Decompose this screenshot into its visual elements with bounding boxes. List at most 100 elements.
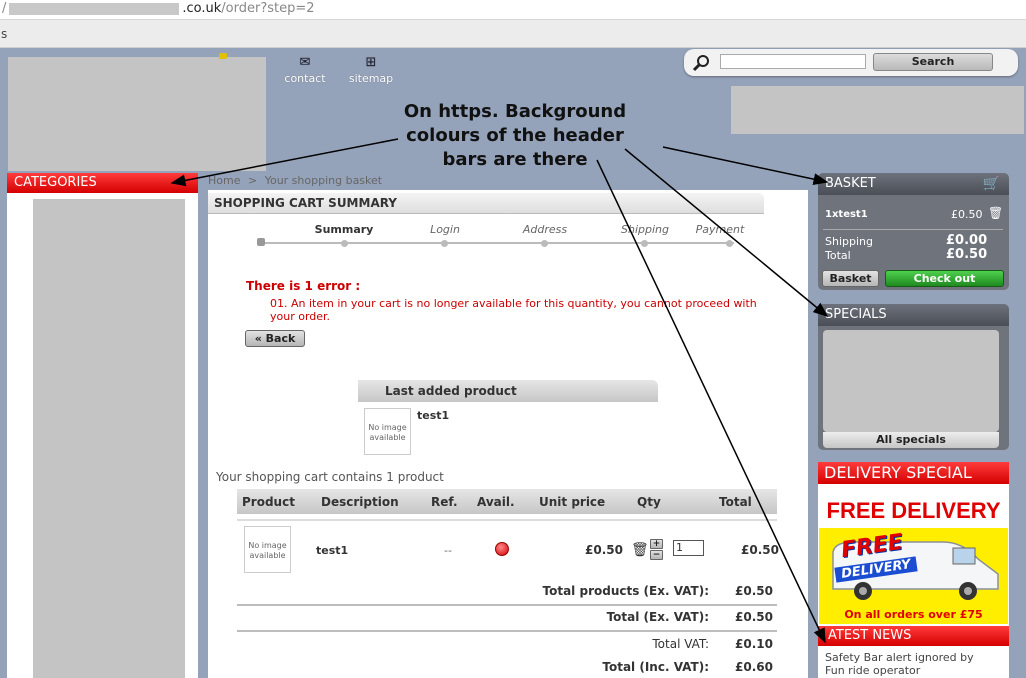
delivery-special-box: DELIVERY SPECIAL FREE DELIVERY FREE DELI… — [818, 462, 1009, 626]
step-login: Login — [430, 223, 460, 236]
back-button[interactable]: « Back — [245, 330, 305, 347]
checkout-button[interactable]: Check out — [885, 270, 1004, 287]
lock-icon — [257, 238, 265, 246]
step-payment: Payment — [695, 223, 745, 236]
availability-status-icon — [495, 542, 509, 556]
qty-increase-button[interactable]: + — [650, 539, 663, 549]
cart-icon: 🛒 — [982, 176, 1000, 192]
url-prefix: / — [2, 1, 7, 16]
basket-button[interactable]: Basket — [822, 270, 879, 287]
breadcrumb-separator: > — [247, 174, 258, 187]
no-image-text-2: available — [369, 433, 406, 442]
left-sidebar: CATEGORIES — [7, 173, 198, 678]
no-image-text-1: No image — [248, 541, 287, 550]
basket-box: BASKET 🛒 1xtest1 £0.50 🗑 Shipping £0.00 … — [818, 173, 1009, 290]
nav-sitemap-label: sitemap — [348, 72, 394, 85]
envelope-icon: ✉ — [299, 55, 311, 70]
qty-input[interactable]: 1 — [673, 540, 704, 556]
search-icon — [692, 54, 712, 72]
step-summary: Summary — [314, 223, 374, 236]
product-description[interactable]: test1 — [316, 544, 348, 557]
logo-redacted — [8, 57, 266, 171]
total-ex-vat-value: £0.50 — [735, 610, 773, 624]
basket-header: BASKET 🛒 — [818, 173, 1009, 195]
annotation-line-2: colours of the header — [406, 125, 624, 146]
total-products-label: Total products (Ex. VAT): — [542, 584, 709, 598]
divider — [823, 229, 1003, 230]
no-image-text-2: available — [249, 551, 286, 560]
last-added-image[interactable]: No image available — [364, 408, 411, 455]
divider — [237, 630, 777, 632]
news-item-line-2: Fun ride operator — [825, 664, 921, 677]
latest-news-box: ATEST NEWS Safety Bar alert ignored by F… — [818, 626, 1009, 678]
step-dot — [441, 240, 448, 247]
nav-sitemap[interactable]: ⊞ sitemap — [344, 55, 398, 85]
col-avail: Avail. — [477, 495, 515, 509]
address-bar[interactable]: / .co.uk/order?step=2 — [0, 0, 1026, 20]
news-item-line-1: Safety Bar alert ignored by — [825, 651, 974, 664]
categories-redacted — [33, 199, 185, 678]
basket-item-price: £0.50 — [951, 208, 983, 221]
col-qty: Qty — [637, 495, 661, 509]
banner-redacted — [731, 86, 1024, 134]
basket-shipping-label: Shipping — [825, 235, 873, 248]
total-vat-value: £0.10 — [735, 637, 773, 651]
url-path: /order?step=2 — [221, 1, 315, 16]
step-dot — [641, 240, 648, 247]
latest-news-header: ATEST NEWS — [818, 626, 1009, 646]
basket-title: BASKET — [825, 176, 876, 191]
error-message: 01. An item in your cart is no longer av… — [270, 297, 790, 323]
trash-icon[interactable]: 🗑 — [988, 206, 1003, 220]
qty-decrease-button[interactable]: − — [650, 550, 663, 560]
basket-body: 1xtest1 £0.50 🗑 Shipping £0.00 Total £0.… — [818, 195, 1009, 290]
breadcrumb-current: Your shopping basket — [264, 174, 383, 187]
product-image[interactable]: No image available — [244, 526, 291, 573]
steps-line — [260, 242, 734, 244]
total-vat-label: Total VAT: — [652, 637, 709, 651]
url-host: .co.uk — [182, 1, 222, 16]
divider — [237, 604, 777, 606]
total-products-value: £0.50 — [735, 584, 773, 598]
step-shipping: Shipping — [621, 223, 669, 236]
no-image-text-1: No image — [368, 423, 407, 432]
trash-icon[interactable]: 🗑 — [631, 542, 649, 558]
page-title: SHOPPING CART SUMMARY — [208, 193, 764, 214]
annotation-line-1: On https. Background — [403, 101, 627, 122]
news-item[interactable]: Safety Bar alert ignored by Fun ride ope… — [825, 651, 974, 677]
last-added-name[interactable]: test1 — [417, 409, 449, 422]
col-description: Description — [321, 495, 399, 509]
divider — [237, 519, 777, 521]
breadcrumb: Home > Your shopping basket — [208, 174, 808, 190]
product-ref: -- — [444, 544, 452, 557]
basket-item-qty: 1 — [825, 209, 832, 220]
cart-indicator-icon — [219, 53, 227, 59]
main-content: Home > Your shopping basket SHOPPING CAR… — [208, 174, 808, 678]
toolbar-fragment: s — [1, 27, 8, 41]
search-input[interactable] — [720, 54, 866, 69]
search-button[interactable]: Search — [873, 53, 993, 71]
delivery-special-header: DELIVERY SPECIAL — [818, 462, 1009, 484]
error-message-line-1: 01. An item in your cart is no longer av… — [270, 297, 757, 310]
total-inc-vat-label: Total (Inc. VAT): — [602, 660, 709, 674]
cart-contains-text: Your shopping cart contains 1 product — [216, 470, 444, 484]
specials-header: SPECIALS — [818, 304, 1009, 326]
specials-box: SPECIALS All specials — [818, 304, 1009, 450]
all-specials-link[interactable]: All specials — [823, 432, 999, 448]
total-ex-vat-label: Total (Ex. VAT): — [606, 610, 709, 624]
step-address: Address — [522, 223, 568, 236]
delivery-banner[interactable]: FREE DELIVERY On all orders over £75 — [819, 528, 1008, 624]
col-ref: Ref. — [431, 495, 458, 509]
basket-total-label: Total — [825, 249, 851, 262]
nav-contact[interactable]: ✉ contact — [280, 55, 330, 85]
error-message-line-2: your order. — [270, 310, 331, 323]
breadcrumb-home[interactable]: Home — [208, 174, 240, 187]
last-added-header: Last added product — [358, 380, 658, 402]
product-total: £0.50 — [741, 543, 779, 557]
col-product: Product — [242, 495, 295, 509]
annotation-line-3: bars are there — [442, 149, 588, 170]
col-total: Total — [719, 495, 752, 509]
step-dot — [541, 240, 548, 247]
basket-item[interactable]: 1xtest1 — [825, 209, 868, 220]
error-title: There is 1 error : — [246, 279, 361, 293]
specials-body: All specials — [818, 326, 1009, 450]
